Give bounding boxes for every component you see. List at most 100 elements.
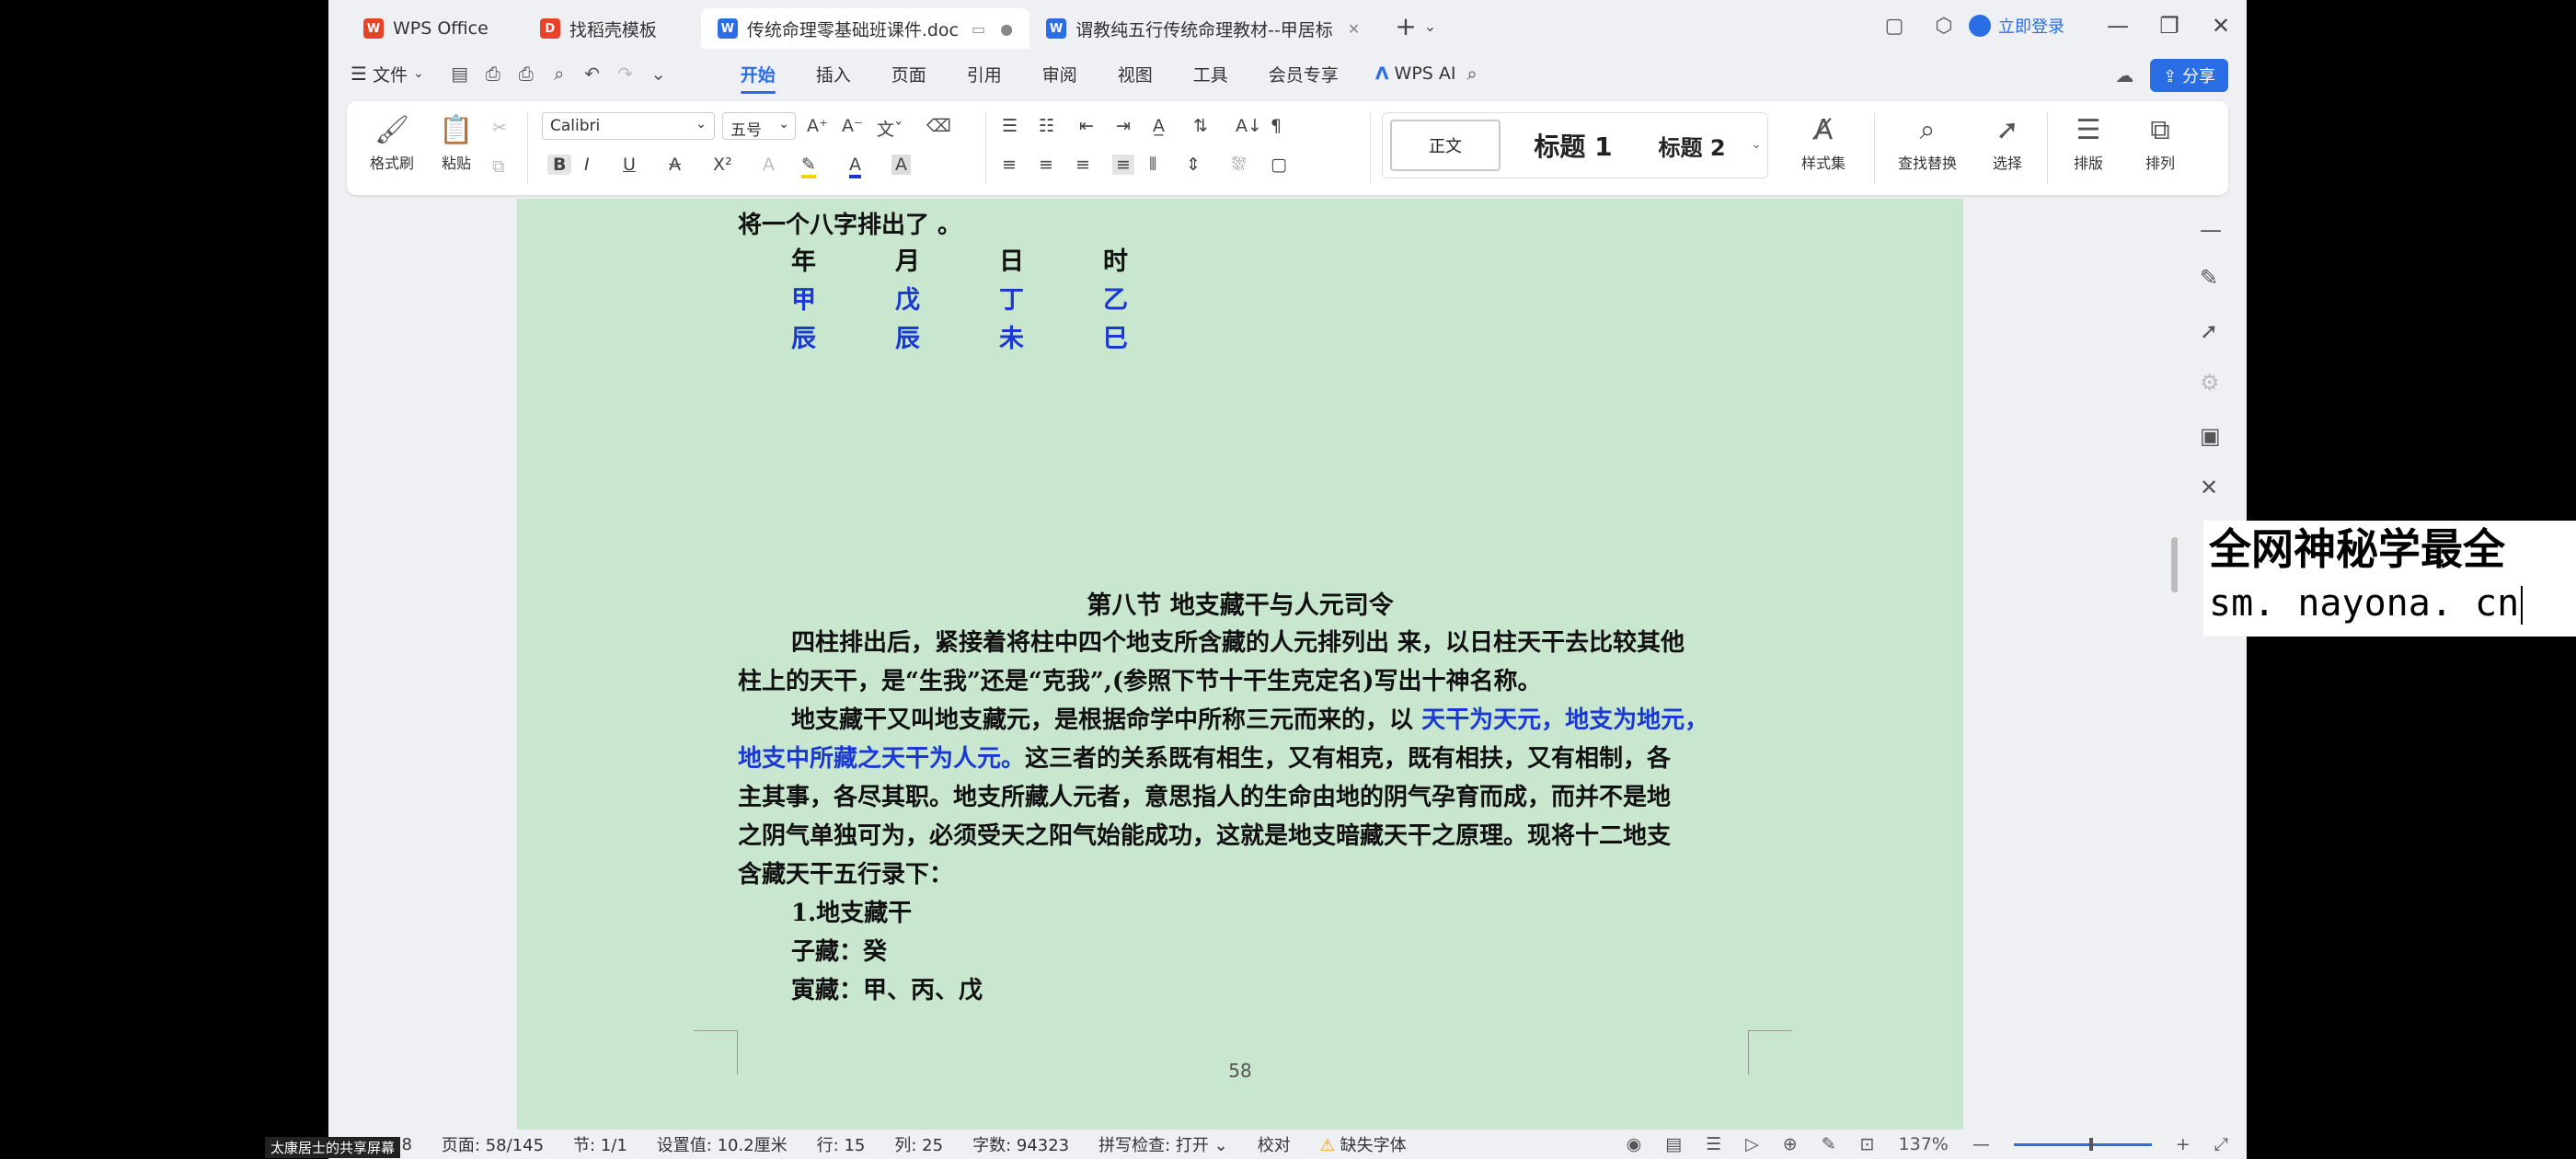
style-gallery-button[interactable]: A̸ 样式集 <box>1782 110 1865 173</box>
layout-button[interactable]: ☰ 排版 <box>2056 110 2121 173</box>
align-right-icon[interactable]: ≡ <box>1075 155 1090 175</box>
style-heading-1[interactable]: 标题 1 <box>1513 113 1633 178</box>
align-center-icon[interactable]: ≡ <box>1039 155 1053 175</box>
arrange-button[interactable]: ⧉ 排列 <box>2128 110 2192 173</box>
web-view-icon[interactable]: ⊕ <box>1783 1134 1798 1154</box>
new-tab-icon[interactable]: + <box>1395 11 1416 41</box>
edit-image-icon[interactable]: ▣ <box>2200 423 2221 449</box>
char-shading-icon[interactable]: A <box>891 155 911 175</box>
select-cursor-icon[interactable]: ➚ <box>2200 318 2218 344</box>
document-page[interactable]: 将一个八字排出了 。 年 月 日 时 甲 戊 丁 乙 辰 辰 未 巳 第八节 地… <box>517 199 1963 1130</box>
numbered-list-icon[interactable]: ☷ <box>1039 116 1054 136</box>
strikethrough-icon[interactable]: A <box>669 155 681 175</box>
play-icon[interactable]: ▷ <box>1745 1134 1759 1154</box>
restore-icon[interactable]: ❐ <box>2144 0 2195 52</box>
tab-docer[interactable]: D 找稻壳模板 <box>523 8 673 49</box>
italic-icon[interactable]: I <box>584 155 590 175</box>
pen-icon[interactable]: ✎ <box>2200 265 2218 291</box>
share-button[interactable]: ⇪ 分享 <box>2150 59 2228 92</box>
cut-icon[interactable]: ✂ <box>492 118 507 138</box>
shading-icon[interactable]: ⛆ <box>1232 155 1246 175</box>
highlight-icon[interactable]: ✎ <box>801 155 816 178</box>
paste-button[interactable]: 📋 粘贴 <box>424 110 489 173</box>
font-name-select[interactable]: Calibri ⌄ <box>542 112 715 140</box>
line-spacing-icon[interactable]: ⇅ <box>1193 116 1208 136</box>
align-left-icon[interactable]: ≡ <box>1002 155 1017 175</box>
clear-format-icon[interactable]: ⌫ <box>926 116 951 136</box>
collapse-icon[interactable]: — <box>2200 217 2222 243</box>
tools-icon[interactable]: ✕ <box>2200 475 2218 500</box>
redo-icon[interactable]: ↷ <box>612 60 639 87</box>
show-marks-icon[interactable]: ¶ <box>1271 116 1282 136</box>
search-icon[interactable]: ⌕ <box>1466 63 1477 85</box>
tab-wps-office[interactable]: W WPS Office <box>347 8 505 49</box>
bold-icon[interactable]: B <box>547 155 572 175</box>
justify-icon[interactable]: ≡ <box>1112 155 1134 175</box>
fullscreen-icon[interactable]: ⤢ <box>2214 1134 2228 1154</box>
format-painter-button[interactable]: 🖌 格式刷 <box>360 110 424 173</box>
zoom-level[interactable]: 137% <box>1899 1134 1949 1154</box>
style-heading-2[interactable]: 标题 2 <box>1637 113 1747 178</box>
paragraph-spacing-icon[interactable]: ⇕ <box>1186 155 1201 175</box>
tab-home[interactable]: 开始 <box>740 54 776 94</box>
settings-sliders-icon[interactable]: ⚙ <box>2200 370 2220 396</box>
find-replace-button[interactable]: ⌕ 查找替换 <box>1883 110 1972 173</box>
file-menu[interactable]: ☰ 文件 ⌄ <box>351 62 424 86</box>
window-layout-icon[interactable]: ▢ <box>1880 12 1908 40</box>
tab-insert[interactable]: 插入 <box>816 54 851 94</box>
font-color-icon[interactable]: A <box>849 155 861 178</box>
borders-icon[interactable]: ▢ <box>1271 155 1287 175</box>
document-area[interactable]: 将一个八字排出了 。 年 月 日 时 甲 戊 丁 乙 辰 辰 未 巳 第八节 地… <box>328 199 2178 1130</box>
zoom-out-icon[interactable]: — <box>1972 1134 1990 1154</box>
zoom-in-icon[interactable]: + <box>2176 1134 2191 1154</box>
decrease-indent-icon[interactable]: ⇤ <box>1079 116 1094 136</box>
status-pages[interactable]: 页面: 58/145 <box>442 1132 544 1156</box>
outline-view-icon[interactable]: ☰ <box>1706 1134 1721 1154</box>
close-icon[interactable]: ✕ <box>1348 20 1360 38</box>
cube-icon[interactable]: ⬡ <box>1930 12 1958 40</box>
status-wordcount[interactable]: 字数: 94323 <box>972 1132 1069 1156</box>
write-mode-icon[interactable]: ✎ <box>1822 1134 1836 1154</box>
tab-references[interactable]: 引用 <box>967 54 1002 94</box>
wps-ai-button[interactable]: Λ WPS AI <box>1375 63 1456 84</box>
phonetic-guide-icon[interactable]: 文ˇ <box>877 116 903 141</box>
tab-view[interactable]: 视图 <box>1118 54 1153 94</box>
bullet-list-icon[interactable]: ☰ <box>1002 116 1018 136</box>
font-size-select[interactable]: 五号 ⌄ <box>722 112 796 140</box>
save-icon[interactable]: ▤ <box>446 60 474 87</box>
increase-indent-icon[interactable]: ⇥ <box>1116 116 1131 136</box>
close-window-icon[interactable]: ✕ <box>2195 0 2247 52</box>
underline-icon[interactable]: U <box>623 155 636 175</box>
chevron-down-icon[interactable]: ⌄ <box>1424 17 1436 35</box>
select-button[interactable]: ➚ 选择 <box>1975 110 2040 173</box>
chevron-down-icon[interactable]: ⌄ <box>1751 137 1762 152</box>
tab-current-doc[interactable]: W 传统命理零基础班课件.doc ▭ ● <box>700 8 1030 49</box>
login-button[interactable]: 立即登录 <box>1969 14 2064 38</box>
minimize-icon[interactable]: — <box>2092 0 2144 52</box>
tab-member[interactable]: 会员专享 <box>1269 54 1339 94</box>
zoom-slider[interactable] <box>2013 1137 2152 1151</box>
tab-tools[interactable]: 工具 <box>1193 54 1228 94</box>
export-pdf-icon[interactable]: ⎙ <box>479 60 507 87</box>
grow-font-icon[interactable]: A⁺ <box>807 116 828 136</box>
fit-icon[interactable]: ⊡ <box>1860 1134 1875 1154</box>
status-spellcheck[interactable]: 拼写检查: 打开 ⌄ <box>1098 1132 1228 1156</box>
superscript-icon[interactable]: X² <box>713 155 732 175</box>
cloud-sync-icon[interactable]: ☁ <box>2115 64 2133 86</box>
sort-icon[interactable]: A↓ <box>1236 116 1262 136</box>
tab-second-doc[interactable]: W 谓教纯五行传统命理教材--甲居标 ✕ <box>1029 8 1376 49</box>
shrink-font-icon[interactable]: A⁻ <box>842 116 863 136</box>
print-icon[interactable]: ⎙ <box>512 60 540 87</box>
print-preview-icon[interactable]: ⌕ <box>546 60 573 87</box>
more-icon[interactable]: ⌄ <box>645 60 673 87</box>
undo-icon[interactable]: ↶ <box>579 60 606 87</box>
text-direction-icon[interactable]: A̲ <box>1153 116 1165 136</box>
comment-icon[interactable]: ▭ <box>972 20 985 38</box>
status-missing-font[interactable]: ⚠ 缺失字体 <box>1320 1132 1407 1156</box>
tab-review[interactable]: 审阅 <box>1042 54 1077 94</box>
copy-icon[interactable]: ⧉ <box>492 156 505 177</box>
tab-modified-dot-icon[interactable]: ● <box>1000 20 1013 38</box>
status-proof[interactable]: 校对 <box>1258 1132 1291 1156</box>
page-view-icon[interactable]: ▤ <box>1665 1134 1682 1154</box>
eye-protection-icon[interactable]: ◉ <box>1627 1134 1642 1154</box>
